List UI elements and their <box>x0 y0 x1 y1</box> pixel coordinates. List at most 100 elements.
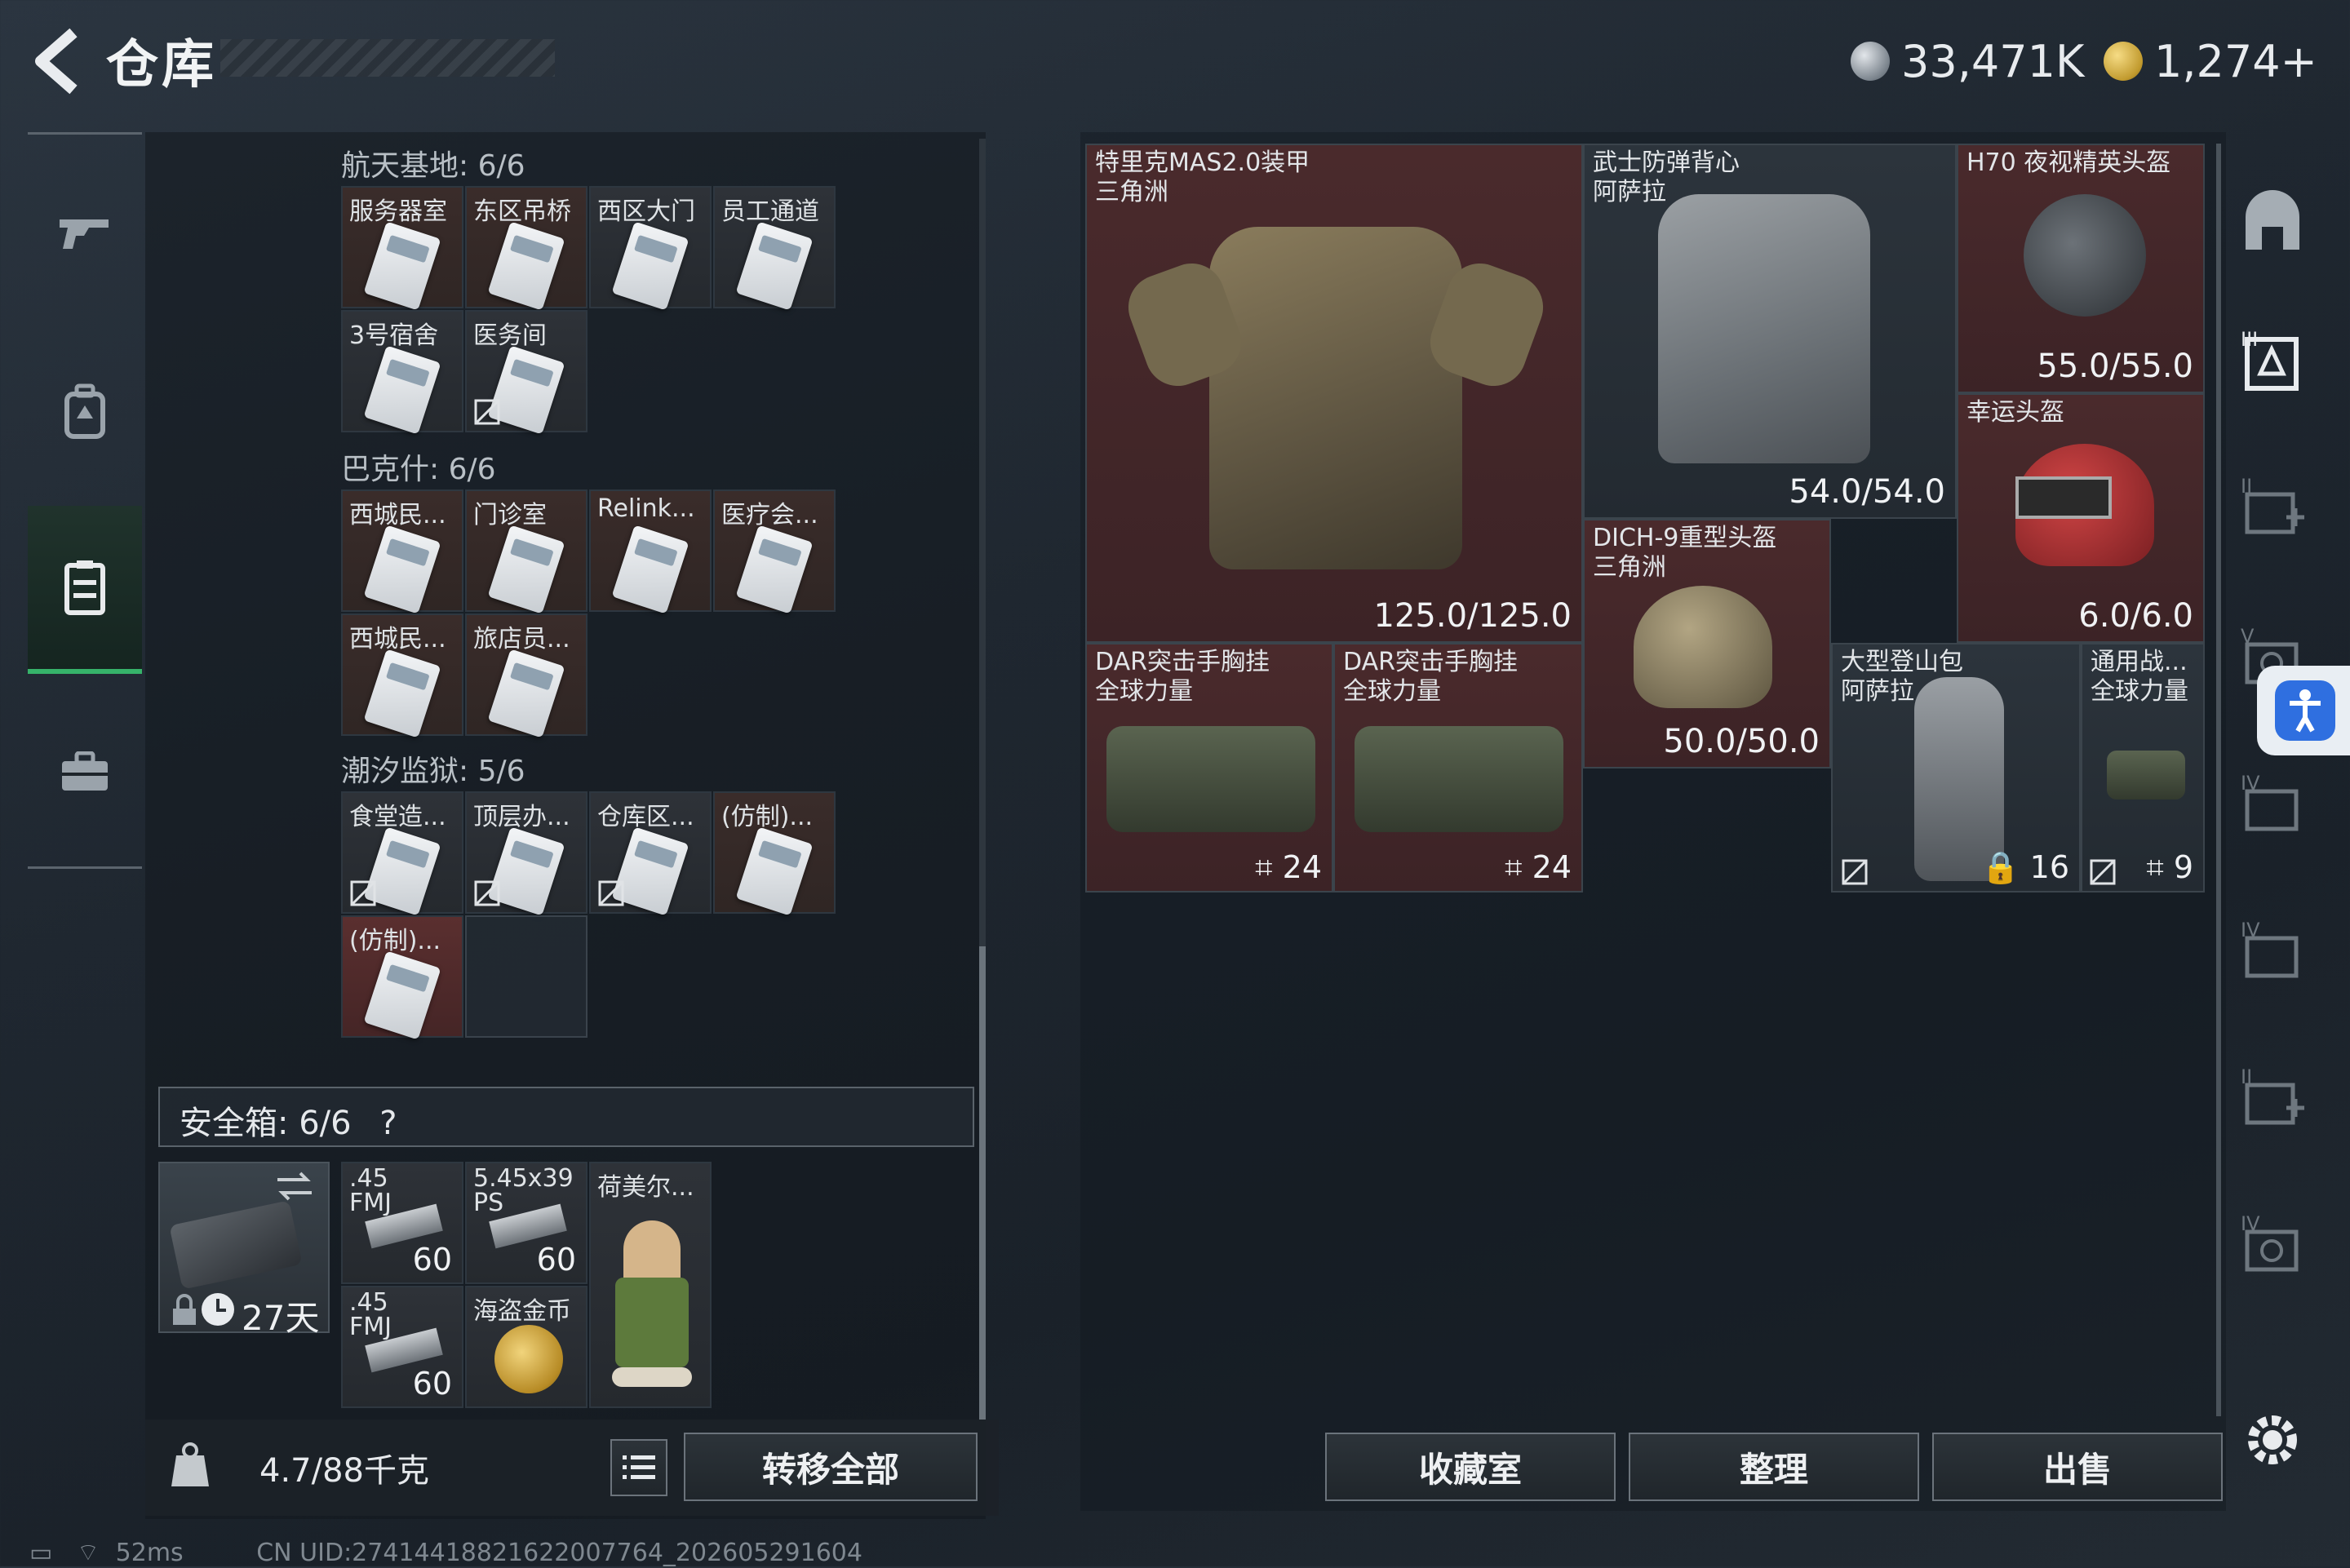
gold-coin-item[interactable]: 海盗金币 <box>465 1286 588 1408</box>
vest-icon <box>1658 194 1870 463</box>
capacity-value: ⌗ 24 <box>1255 849 1322 885</box>
keycard-item[interactable]: 东区吊桥 <box>465 186 588 311</box>
ammo-item[interactable]: .45 FMJ 60 <box>341 1162 463 1284</box>
pirate-coin-icon <box>494 1325 563 1393</box>
keycard-item[interactable]: Relink... <box>589 489 712 614</box>
small-rig-icon <box>2107 751 2185 800</box>
svg-text:II: II <box>2241 1065 2252 1088</box>
safe-box-case[interactable]: 27天 <box>158 1162 330 1338</box>
safe-box-title: 安全箱: 6/6 ? <box>180 1096 397 1144</box>
swap-icon[interactable] <box>274 1170 315 1203</box>
svg-text:IV: IV <box>2241 1212 2260 1235</box>
keycard-icon <box>363 221 441 311</box>
chest-rig-item[interactable]: 通用战... 全球力量 ⌗ 9 <box>2081 643 2205 893</box>
keycard-item[interactable]: 西城民... <box>341 489 463 614</box>
keycard-item[interactable]: 旅店员... <box>465 613 588 738</box>
no-insure-icon <box>2090 859 2116 885</box>
sell-button[interactable]: 出售 <box>1932 1433 2223 1501</box>
chest-rig-item[interactable]: DAR突击手胸挂 全球力量 ⌗ 24 <box>1333 643 1583 893</box>
storage-scrollbar[interactable] <box>2216 144 2221 1416</box>
accessibility-button[interactable] <box>2257 666 2350 755</box>
keycard-item[interactable]: 顶层办... <box>465 791 588 916</box>
inventory-scrollbar[interactable] <box>979 139 986 1420</box>
chest-rig-icon <box>1355 726 1563 832</box>
keycard-item[interactable]: 食堂造... <box>341 791 463 916</box>
heavy-helmet-icon <box>1634 586 1772 708</box>
accessibility-icon <box>2275 680 2335 741</box>
item-name: DICH-9重型头盔 三角洲 <box>1593 524 1777 582</box>
chest-rig-item[interactable]: DAR突击手胸挂 全球力量 ⌗ 24 <box>1085 643 1333 893</box>
keycard-item[interactable]: 西区大门 <box>589 186 712 311</box>
nav-weapons[interactable] <box>28 150 142 313</box>
top-bar: 仓库 33,471K 1,274+ <box>0 0 2350 122</box>
item-label: 医疗会... <box>721 501 818 529</box>
storage-tier-3-icon[interactable]: III <box>2236 323 2309 396</box>
durability-value: 6.0/6.0 <box>2078 597 2193 635</box>
item-label: 西城民... <box>349 625 446 653</box>
gold-currency[interactable]: 1,274+ <box>2104 33 2317 90</box>
transfer-all-button[interactable]: 转移全部 <box>684 1433 978 1501</box>
keycard-item[interactable]: 员工通道 <box>713 186 836 311</box>
keycard-item[interactable]: 仓库区... <box>589 791 712 916</box>
back-arrow-icon[interactable] <box>24 24 90 98</box>
storage-tier-4-icon[interactable]: IV <box>2236 767 2309 840</box>
keycard-item[interactable]: 医务间 <box>465 310 588 435</box>
storage-home-icon[interactable] <box>2236 184 2309 258</box>
ping-readout: 52ms <box>115 1539 184 1567</box>
keycard-item[interactable]: (仿制)... <box>713 791 836 916</box>
empty-slot[interactable] <box>465 915 588 1038</box>
section-title: 巴克什: 6/6 <box>341 453 496 486</box>
item-label: 仓库区... <box>597 803 694 831</box>
collection-room-button[interactable]: 收藏室 <box>1325 1433 1616 1501</box>
svg-text:IV: IV <box>2241 919 2260 941</box>
section-title: 航天基地: 6/6 <box>341 149 525 183</box>
silver-currency: 33,471K <box>1851 33 2084 90</box>
ammo-item[interactable]: 5.45x39 PS 60 <box>465 1162 588 1284</box>
helmet-item[interactable]: H70 夜视精英头盔 55.0/55.0 <box>1957 144 2205 393</box>
weight-readout: 4.7/88千克 <box>259 1452 429 1490</box>
status-bar: ▭ ⌔ 52ms CN UID:2741441882162200776​4_20… <box>29 1537 862 1568</box>
item-label: 服务器室 <box>349 197 447 226</box>
nav-storage[interactable] <box>28 506 142 674</box>
scrollbar-thumb[interactable] <box>979 946 986 1420</box>
keycard-icon <box>487 221 565 311</box>
storage-tier-4-icon[interactable]: IV <box>2236 1207 2309 1281</box>
keycard-item[interactable]: 3号宿舍 <box>341 310 463 435</box>
keycard-icon <box>611 525 689 614</box>
figurine-item[interactable]: 荷美尔... <box>589 1162 712 1408</box>
item-label: (仿制)... <box>721 803 814 831</box>
nav-equipment[interactable] <box>28 330 142 493</box>
nav-divider <box>28 866 142 869</box>
item-label: .45 FMJ <box>349 1167 392 1216</box>
backpack-item[interactable]: 大型登山包 阿萨拉 🔒 16 <box>1831 643 2081 893</box>
weight-icon <box>171 1442 209 1486</box>
body-armor-item[interactable]: 特里克MAS2.0装甲 三角洲 125.0/125.0 <box>1085 144 1583 643</box>
keycard-item[interactable]: 医疗会... <box>713 489 836 614</box>
storage-tier-2-icon[interactable]: II <box>2236 470 2309 543</box>
helmet-item[interactable]: 幸运头盔 6.0/6.0 <box>1957 393 2205 643</box>
silver-coin-icon <box>1851 42 1890 81</box>
keycard-icon <box>735 826 814 916</box>
organize-button[interactable]: 整理 <box>1629 1433 1919 1501</box>
settings-gear-icon[interactable] <box>2236 1403 2309 1477</box>
no-insure-icon <box>1842 859 1868 885</box>
item-count: 60 <box>536 1242 576 1278</box>
safe-case-icon <box>169 1200 303 1290</box>
keycard-item[interactable]: 西城民... <box>341 613 463 738</box>
keycard-item[interactable]: 门诊室 <box>465 489 588 614</box>
storage-tier-2-icon[interactable]: II <box>2236 1061 2309 1134</box>
nav-briefcase[interactable] <box>28 690 142 853</box>
body-armor-item[interactable]: 武士防弹背心 阿萨拉 54.0/54.0 <box>1583 144 1957 519</box>
safe-box-count: 安全箱: 6/6 <box>180 1105 352 1142</box>
helmet-item[interactable]: DICH-9重型头盔 三角洲 50.0/50.0 <box>1583 519 1831 768</box>
item-label: 5.45x39 PS <box>473 1167 574 1216</box>
svg-text:IV: IV <box>2241 772 2260 795</box>
keycard-item[interactable]: 服务器室 <box>341 186 463 311</box>
keycard-icon <box>735 525 814 614</box>
help-icon[interactable]: ? <box>379 1105 397 1142</box>
keycard-item[interactable]: (仿制)... <box>341 915 463 1040</box>
storage-tier-4-icon[interactable]: IV <box>2236 914 2309 987</box>
item-label: 旅店员... <box>473 625 570 653</box>
ammo-item[interactable]: .45 FMJ 60 <box>341 1286 463 1408</box>
list-view-button[interactable] <box>610 1439 667 1496</box>
